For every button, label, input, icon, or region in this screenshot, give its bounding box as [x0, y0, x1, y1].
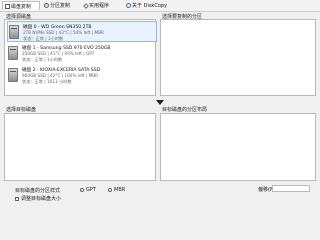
disk-status: 状态：正常 | 1小时数: [23, 35, 64, 41]
tab-label: 实用程序: [89, 3, 110, 9]
mbr-label: MBR: [114, 187, 126, 193]
offset-input[interactable]: [272, 185, 310, 192]
checkbox-icon: [15, 196, 19, 201]
source-disk-list[interactable]: 磁盘 0 - WD Green SN350 2TB 2TB NVMe SSD |…: [4, 19, 157, 96]
tab-partition-copy[interactable]: 分区复制: [42, 1, 80, 10]
radio-icon: [108, 187, 112, 192]
target-disk-title: 选择目标磁盘: [6, 107, 37, 113]
info-icon: [126, 3, 131, 8]
disk-status: 状态：正常 | 1611 小时数: [22, 78, 72, 84]
tab-disk-copy[interactable]: 磁盘复制: [2, 1, 40, 10]
tab-utilities[interactable]: 实用程序: [82, 1, 122, 10]
disk-item-0[interactable]: 磁盘 0 - WD Green SN350 2TB 2TB NVMe SSD |…: [7, 21, 157, 42]
drive-icon: [8, 68, 18, 82]
disk-details: 2TB NVMe SSD | 43°C | 54% left | MBR: [23, 30, 104, 35]
copy-icon: [5, 3, 10, 9]
resize-target-label: 调整目标磁盘大小: [21, 196, 62, 202]
partition-style-label: 目标磁盘的分区样式: [15, 188, 61, 194]
disk-status: 状态：正常 | 1小时数: [22, 56, 63, 62]
target-layout-panel[interactable]: [160, 113, 316, 181]
resize-target-checkbox[interactable]: 调整目标磁盘大小: [15, 195, 61, 202]
disk-item-1[interactable]: 磁盘 1 - Samsung SSD 970 EVO 250GB 250GB S…: [7, 43, 157, 64]
radio-icon: [80, 187, 84, 192]
wrench-icon: [83, 2, 89, 9]
source-partitions-panel[interactable]: [160, 19, 316, 96]
drive-icon: [8, 46, 18, 60]
tab-bar: 磁盘复制 分区复制 实用程序 关于 DiskCopy: [0, 0, 320, 12]
gpt-radio[interactable]: GPT: [80, 187, 96, 193]
arrow-down-icon: [156, 100, 164, 105]
target-layout-title: 目标磁盘的分区布局: [162, 107, 208, 113]
gpt-label: GPT: [86, 187, 96, 193]
tab-label: 分区复制: [50, 3, 71, 9]
disk-details: 250GB SSD | 41°C | 93% left | GPT: [22, 51, 95, 56]
disk-item-2[interactable]: 磁盘 2 - KIOXIA-EXCERIA SATA SSD 960GB SSD…: [7, 65, 157, 86]
tab-about[interactable]: 关于 DiskCopy: [124, 1, 180, 10]
disk-details: 960GB SSD | 42°C | 100% left | MBR: [22, 73, 99, 78]
tab-label: 磁盘复制: [11, 3, 32, 10]
target-disk-list[interactable]: [4, 113, 156, 181]
tab-label: 关于 DiskCopy: [132, 3, 168, 9]
drive-icon: [9, 25, 19, 39]
gear-icon: [44, 3, 49, 8]
mbr-radio[interactable]: MBR: [108, 187, 125, 193]
